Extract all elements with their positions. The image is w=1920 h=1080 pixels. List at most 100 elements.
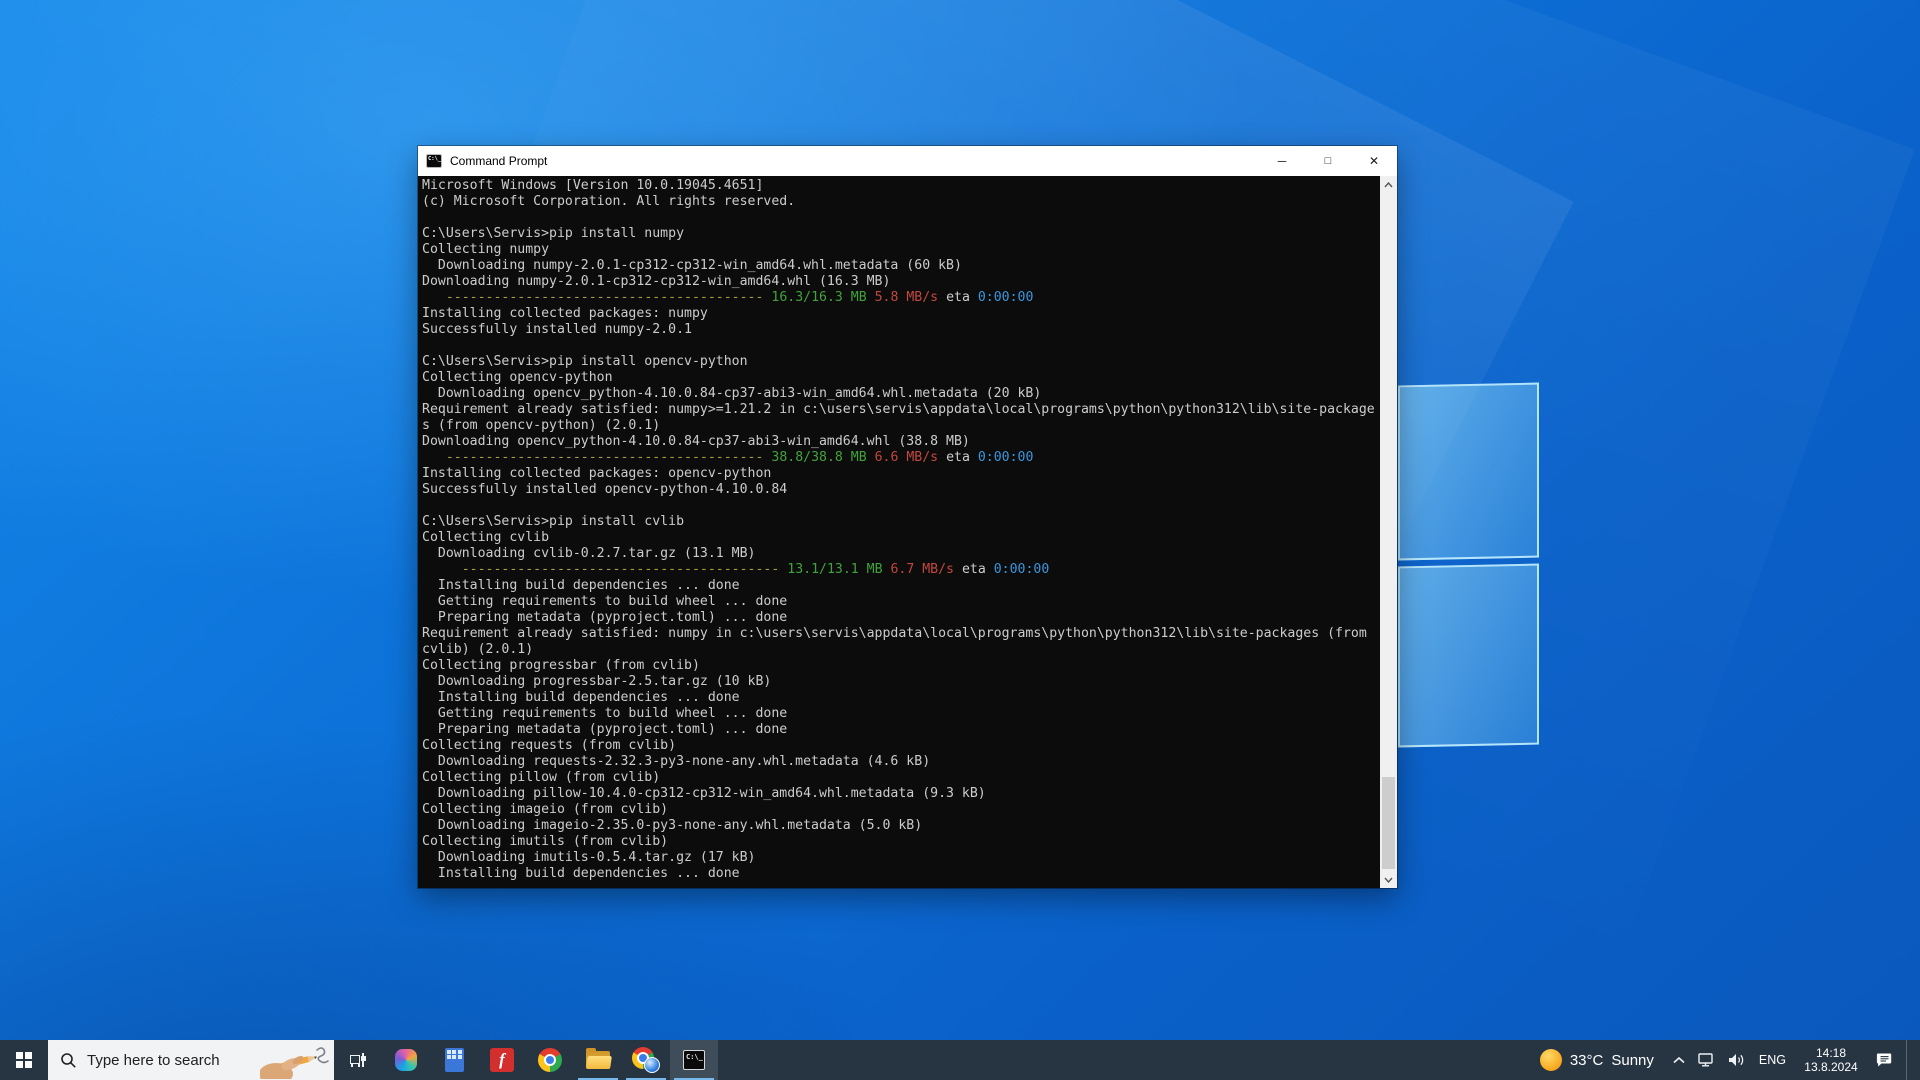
terminal-line: Installing collected packages: numpy	[422, 306, 708, 321]
taskbar-app-calculator[interactable]	[430, 1040, 478, 1080]
terminal-line: Collecting imutils (from cvlib)	[422, 834, 669, 849]
speaker-icon	[1728, 1054, 1744, 1066]
language-indicator[interactable]: ENG	[1759, 1053, 1786, 1067]
volume-button[interactable]	[1728, 1053, 1746, 1067]
taskbar-app-command-prompt[interactable]: C:\_	[670, 1040, 718, 1080]
terminal-output: Microsoft Windows [Version 10.0.19045.46…	[418, 176, 1380, 888]
tray-overflow-button[interactable]	[1673, 1056, 1685, 1064]
clock-time: 14:18	[1815, 1046, 1847, 1060]
calculator-icon	[444, 1048, 464, 1072]
terminal-line: Installing build dependencies ... done	[422, 578, 740, 593]
network-button[interactable]	[1698, 1053, 1715, 1067]
show-desktop-button[interactable]	[1906, 1040, 1914, 1080]
terminal-line: Downloading numpy-2.0.1-cp312-cp312-win_…	[422, 258, 962, 273]
terminal-line: Installing collected packages: opencv-py…	[422, 466, 772, 481]
taskbar-app-f[interactable]: f	[478, 1040, 526, 1080]
minimize-button[interactable]: ─	[1259, 146, 1305, 176]
terminal-line: Requirement already satisfied: numpy>=1.…	[422, 402, 1375, 417]
terminal-line: Successfully installed opencv-python-4.1…	[422, 482, 788, 497]
terminal-line: Microsoft Windows [Version 10.0.19045.46…	[422, 178, 764, 193]
terminal-line: Preparing metadata (pyproject.toml) ... …	[422, 722, 788, 737]
chrome-icon	[538, 1048, 562, 1072]
taskbar-app-task-view[interactable]	[334, 1040, 382, 1080]
clock-date: 13.8.2024	[1804, 1060, 1858, 1074]
chevron-down-icon	[1384, 877, 1393, 883]
scroll-up-button[interactable]	[1380, 176, 1397, 193]
windows-logo-icon	[16, 1052, 32, 1068]
terminal-line: C:\Users\Servis>pip install cvlib	[422, 514, 685, 529]
taskbar-app-chrome-profile[interactable]	[622, 1040, 670, 1080]
close-button[interactable]: ✕	[1351, 146, 1397, 176]
terminal-line: Downloading opencv_python-4.10.0.84-cp37…	[422, 386, 1042, 401]
weather-temperature: 33°C	[1569, 1051, 1604, 1069]
taskbar-app-copilot[interactable]	[382, 1040, 430, 1080]
terminal-line: Downloading imutils-0.5.4.tar.gz (17 kB)	[422, 850, 756, 865]
terminal-line: C:\Users\Servis>pip install numpy	[422, 226, 685, 241]
system-tray: 33°C Sunny ENG 14:18 13.8.2024	[1539, 1040, 1920, 1080]
terminal-line: Collecting opencv-python	[422, 370, 613, 385]
scrollbar-thumb[interactable]	[1382, 777, 1395, 869]
weather-condition: Sunny	[1611, 1051, 1654, 1069]
terminal-line: Collecting imageio (from cvlib)	[422, 802, 669, 817]
window-titlebar[interactable]: C:\_ Command Prompt ─ □ ✕	[418, 146, 1397, 176]
notification-icon	[1876, 1053, 1892, 1067]
globe-icon	[644, 1057, 660, 1073]
taskbar-app-file-explorer[interactable]	[574, 1040, 622, 1080]
terminal-line: s (from opencv-python) (2.0.1)	[422, 418, 661, 433]
terminal-line: Downloading cvlib-0.2.7.tar.gz (13.1 MB)	[422, 546, 756, 561]
taskbar-spacer	[718, 1040, 1540, 1080]
taskbar-search[interactable]: Type here to search	[48, 1040, 334, 1080]
terminal-line: Getting requirements to build wheel ... …	[422, 594, 788, 609]
command-prompt-window: C:\_ Command Prompt ─ □ ✕ Microsoft Wind…	[417, 145, 1398, 889]
terminal-line: ----------------------------------------…	[445, 290, 1034, 305]
taskbar: Type here to search f C:\_ 33°C Sunny EN…	[0, 1040, 1920, 1080]
chevron-up-icon	[1384, 181, 1393, 187]
command-prompt-icon: C:\_	[683, 1050, 705, 1070]
terminal-line: Collecting requests (from cvlib)	[422, 738, 677, 753]
terminal-line: Collecting cvlib	[422, 530, 550, 545]
terminal-line: Collecting pillow (from cvlib)	[422, 770, 661, 785]
chrome-profile-icon	[632, 1047, 660, 1073]
search-highlight-hand-pencil-image	[260, 1047, 329, 1079]
terminal-line: Downloading opencv_python-4.10.0.84-cp37…	[422, 434, 970, 449]
file-explorer-icon	[586, 1048, 612, 1069]
copilot-icon	[395, 1049, 417, 1071]
terminal-line: C:\Users\Servis>pip install opencv-pytho…	[422, 354, 748, 369]
action-center-button[interactable]	[1876, 1052, 1893, 1068]
terminal-line: Collecting numpy	[422, 242, 550, 257]
terminal-line: Installing build dependencies ... done	[422, 866, 740, 881]
window-controls: ─ □ ✕	[1259, 146, 1397, 176]
windows-logo-pane-top	[1398, 382, 1539, 561]
search-placeholder: Type here to search	[87, 1051, 220, 1069]
start-button[interactable]	[0, 1040, 48, 1080]
taskbar-app-chrome[interactable]	[526, 1040, 574, 1080]
windows-logo-pane-bottom	[1398, 563, 1539, 748]
network-icon	[1698, 1053, 1713, 1067]
chevron-up-icon	[1673, 1056, 1685, 1063]
window-title: Command Prompt	[450, 154, 548, 168]
terminal-line: Collecting progressbar (from cvlib)	[422, 658, 700, 673]
terminal-line: Successfully installed numpy-2.0.1	[422, 322, 692, 337]
weather-widget[interactable]: 33°C Sunny	[1539, 1049, 1654, 1071]
terminal-line: Getting requirements to build wheel ... …	[422, 706, 788, 721]
search-icon	[61, 1052, 76, 1068]
terminal-line: ----------------------------------------…	[461, 562, 1050, 577]
terminal-viewport[interactable]: Microsoft Windows [Version 10.0.19045.46…	[418, 176, 1397, 888]
clock[interactable]: 14:18 13.8.2024	[1799, 1046, 1863, 1074]
sun-icon	[1539, 1049, 1562, 1071]
terminal-line: Requirement already satisfied: numpy in …	[422, 626, 1367, 641]
terminal-line: cvlib) (2.0.1)	[422, 642, 534, 657]
terminal-line: Downloading requests-2.32.3-py3-none-any…	[422, 754, 931, 769]
command-prompt-icon: C:\_	[426, 154, 442, 168]
task-view-icon	[350, 1053, 366, 1067]
f-app-icon: f	[490, 1048, 514, 1072]
scroll-down-button[interactable]	[1380, 871, 1397, 888]
maximize-button[interactable]: □	[1305, 146, 1351, 176]
terminal-line: Downloading numpy-2.0.1-cp312-cp312-win_…	[422, 274, 891, 289]
terminal-line: Preparing metadata (pyproject.toml) ... …	[422, 610, 788, 625]
terminal-line: (c) Microsoft Corporation. All rights re…	[422, 194, 796, 209]
terminal-scrollbar[interactable]	[1380, 176, 1397, 888]
